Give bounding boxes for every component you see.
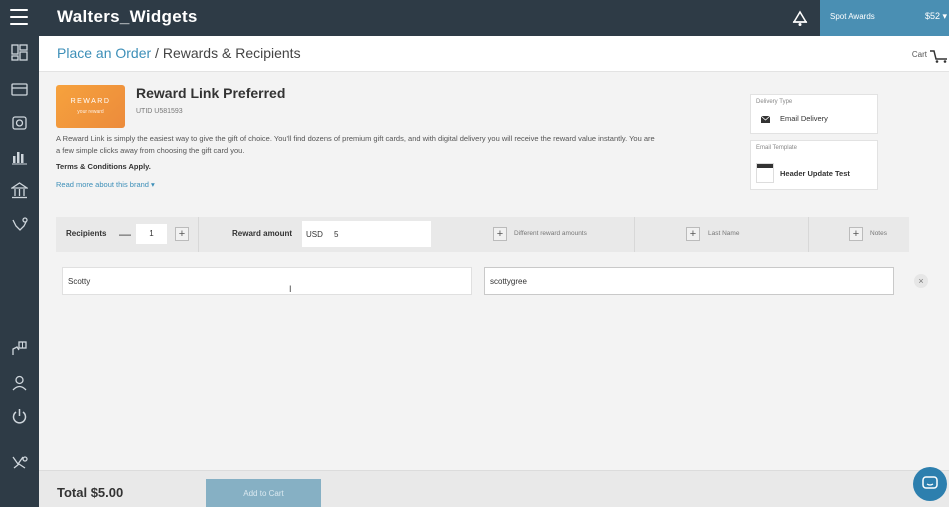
decrease-recipients-button[interactable]: — [119, 228, 131, 240]
top-bar: Walters_Widgets Spot Awards $52 ▾ [0, 0, 949, 36]
template-thumbnail [756, 163, 774, 183]
last-name-label: Last Name [708, 230, 740, 237]
reward-utid: UTID U581593 [136, 108, 183, 115]
recipient-email-field[interactable]: scottygree [484, 267, 894, 295]
page-header: Place an Order / Rewards & Recipients Ca… [39, 36, 949, 72]
text-cursor-icon: I [289, 284, 292, 294]
dashboard-icon[interactable] [11, 44, 28, 61]
balance-amount: $52 ▾ [924, 11, 947, 21]
app-title: Walters_Widgets [57, 7, 198, 26]
recipients-bar: Recipients — 1 + Reward amount USD 5 + D… [56, 217, 909, 252]
reward-card-image-title: REWARD [70, 98, 111, 105]
different-amounts-button[interactable]: + [493, 227, 507, 241]
breadcrumb-place-order-link[interactable]: Place an Order [57, 45, 151, 61]
breadcrumb-current: Rewards & Recipients [162, 45, 301, 61]
delivery-type-value: Email Delivery [780, 114, 828, 123]
add-to-cart-button[interactable]: Add to Cart [206, 479, 321, 507]
reward-card-image-subtitle: your reward [77, 109, 104, 115]
handshake-icon[interactable] [11, 216, 28, 233]
reward-amount-value: 5 [334, 230, 339, 239]
recipients-label: Recipients [66, 229, 107, 238]
recipients-quantity-input[interactable]: 1 [136, 224, 167, 244]
order-total: Total $5.00 [57, 485, 124, 500]
different-amounts-label: Different reward amounts [514, 230, 587, 237]
recipient-first-name-field[interactable]: Scotty [62, 267, 472, 295]
email-template-value: Header Update Test [780, 169, 850, 178]
reward-description: A Reward Link is simply the easiest way … [56, 134, 655, 155]
user-icon[interactable] [11, 374, 28, 391]
divider [634, 217, 635, 252]
hands-icon[interactable] [11, 340, 28, 357]
bank-icon[interactable] [11, 182, 28, 199]
cart-label: Cart [911, 50, 927, 59]
notes-label: Notes [870, 230, 887, 237]
reward-card-image: REWARD your reward [56, 85, 125, 128]
bell-icon[interactable] [790, 8, 810, 28]
breadcrumb: Place an Order / Rewards & Recipients [57, 45, 301, 61]
email-template-label: Email Template [756, 145, 797, 151]
spot-awards-button[interactable]: Spot Awards $52 ▾ [820, 0, 949, 36]
support-icon[interactable] [11, 454, 28, 471]
add-last-name-button[interactable]: + [686, 227, 700, 241]
menu-icon[interactable] [10, 9, 28, 25]
main-content: REWARD your reward Reward Link Preferred… [39, 72, 949, 470]
reward-amount-label: Reward amount [232, 229, 293, 238]
delivery-type-label: Delivery Type [756, 99, 793, 105]
gift-icon[interactable] [11, 114, 28, 131]
divider [198, 217, 199, 252]
chart-icon[interactable] [11, 148, 28, 165]
increase-recipients-button[interactable]: + [175, 227, 189, 241]
reward-amount-input[interactable]: USD 5 [302, 221, 431, 247]
card-icon[interactable] [11, 81, 28, 98]
terms-text: Terms & Conditions Apply. [56, 162, 151, 171]
chat-icon [922, 476, 938, 489]
read-more-link[interactable]: Read more about this brand ▾ [56, 180, 155, 189]
power-icon[interactable] [11, 408, 28, 425]
mail-icon [761, 116, 770, 123]
sidebar [0, 36, 39, 507]
delivery-type-card[interactable]: Delivery Type Email Delivery [750, 94, 878, 134]
divider [808, 217, 809, 252]
spot-awards-label: Spot Awards [830, 12, 875, 21]
add-notes-button[interactable]: + [849, 227, 863, 241]
breadcrumb-separator: / [151, 45, 163, 61]
chat-button[interactable] [913, 467, 947, 501]
reward-title: Reward Link Preferred [136, 85, 286, 101]
cart-icon[interactable] [929, 49, 949, 63]
order-footer: Total $5.00 Add to Cart [39, 470, 949, 507]
currency-label: USD [306, 230, 323, 239]
email-template-card[interactable]: Email Template Header Update Test [750, 140, 878, 190]
remove-recipient-button[interactable]: × [914, 274, 928, 288]
